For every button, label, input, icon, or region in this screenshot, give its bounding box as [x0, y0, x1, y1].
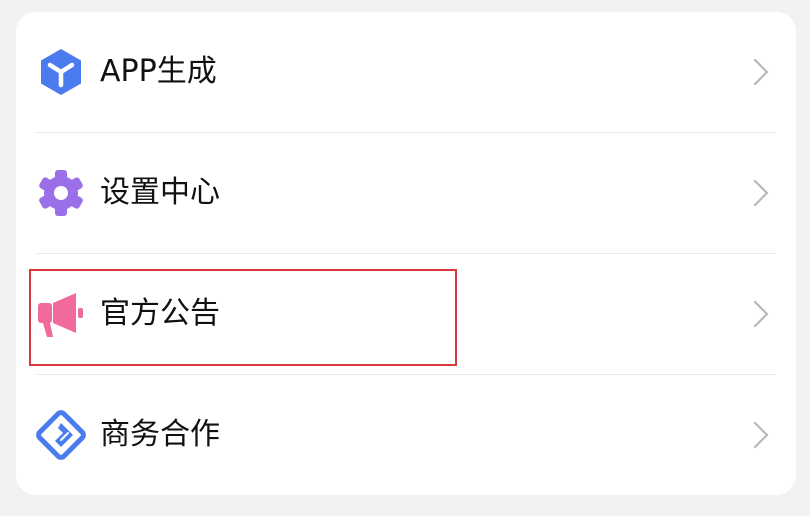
menu-item-label: 官方公告	[100, 296, 220, 331]
chevron-right-icon	[750, 420, 772, 450]
menu-item-label: 设置中心	[100, 175, 220, 210]
menu-item-announcements[interactable]: 官方公告	[16, 254, 796, 374]
menu-item-app-generate[interactable]: APP生成	[16, 12, 796, 132]
chevron-right-icon	[750, 178, 772, 208]
handshake-icon	[36, 410, 86, 460]
menu-card: APP生成 设置中心 官方公告 商务合作	[16, 12, 796, 495]
app-cube-icon	[36, 47, 86, 97]
megaphone-icon	[36, 289, 86, 339]
menu-item-business[interactable]: 商务合作	[16, 375, 796, 495]
menu-item-label: 商务合作	[100, 417, 220, 452]
chevron-right-icon	[750, 299, 772, 329]
gear-icon	[36, 168, 86, 218]
menu-item-settings[interactable]: 设置中心	[16, 133, 796, 253]
menu-item-label: APP生成	[100, 54, 217, 89]
chevron-right-icon	[750, 57, 772, 87]
